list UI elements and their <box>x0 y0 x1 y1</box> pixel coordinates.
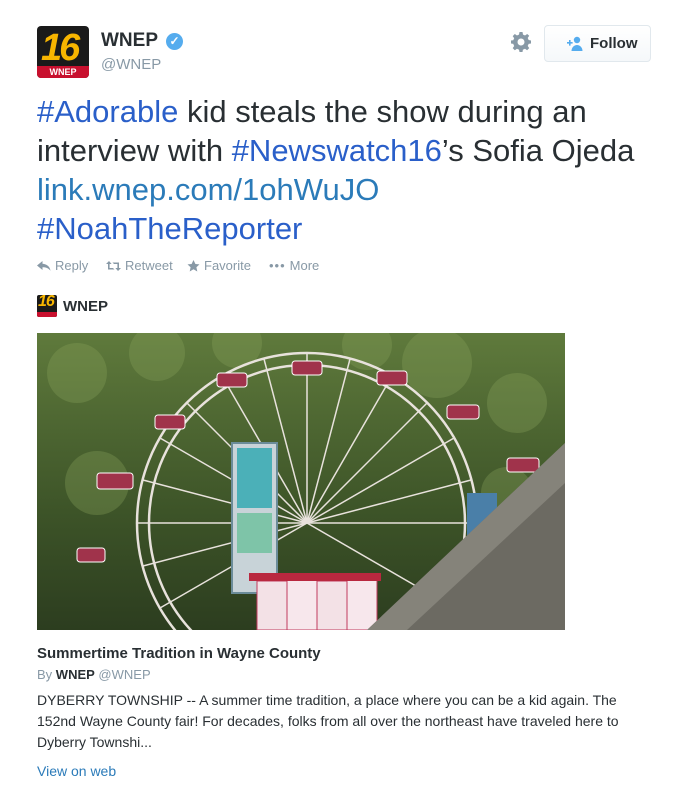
avatar-logo-text: WNEP <box>49 67 77 77</box>
author-handle[interactable]: @WNEP <box>101 56 161 73</box>
card-photo[interactable] <box>37 333 565 630</box>
verified-badge-icon: ✓ <box>166 33 183 50</box>
card-title[interactable]: Summertime Tradition in Wayne County <box>37 645 321 662</box>
hashtag-newswatch16[interactable]: #Newswatch16 <box>232 133 442 168</box>
more-button[interactable]: ••• More <box>269 258 319 273</box>
retweet-button[interactable]: Retweet <box>106 258 173 273</box>
card-byline: By WNEP @WNEP <box>37 667 151 682</box>
reply-button[interactable]: Reply <box>37 258 88 273</box>
byline-prefix: By <box>37 667 53 682</box>
reply-label: Reply <box>55 258 89 273</box>
tweet-text-segment: ’s Sofia Ojeda <box>441 133 635 168</box>
retweet-icon <box>106 261 121 271</box>
card-brand-name[interactable]: WNEP <box>63 298 108 315</box>
card-logo-number: 16 <box>38 295 55 310</box>
hashtag-noahthereporter[interactable]: #NoahTheReporter <box>37 211 302 246</box>
byline-handle[interactable]: @WNEP <box>98 667 150 682</box>
card-logo-bar <box>37 312 57 317</box>
avatar[interactable]: 16 WNEP <box>37 26 89 78</box>
reply-icon <box>37 261 51 271</box>
gear-icon[interactable] <box>509 30 533 54</box>
favorite-label: Favorite <box>204 258 251 273</box>
follow-label: Follow <box>590 35 638 52</box>
follow-button[interactable]: Follow <box>544 25 651 62</box>
avatar-logo-number: 16 <box>41 27 80 69</box>
favorite-button[interactable]: Favorite <box>187 258 251 273</box>
ellipsis-icon: ••• <box>269 258 286 273</box>
retweet-label: Retweet <box>125 258 173 273</box>
card-brand-logo: 16 <box>37 295 57 317</box>
add-user-icon <box>563 35 583 53</box>
tweet-text: #Adorable kid steals the show during an … <box>37 92 657 248</box>
view-on-web-link[interactable]: View on web <box>37 763 116 779</box>
hashtag-adorable[interactable]: #Adorable <box>37 94 178 129</box>
author-name[interactable]: WNEP <box>101 30 158 52</box>
card-description: DYBERRY TOWNSHIP -- A summer time tradit… <box>37 692 619 750</box>
star-icon <box>187 260 200 272</box>
more-label: More <box>289 258 320 273</box>
tweet-link[interactable]: link.wnep.com/1ohWuJO <box>37 172 379 207</box>
byline-name[interactable]: WNEP <box>56 667 95 682</box>
